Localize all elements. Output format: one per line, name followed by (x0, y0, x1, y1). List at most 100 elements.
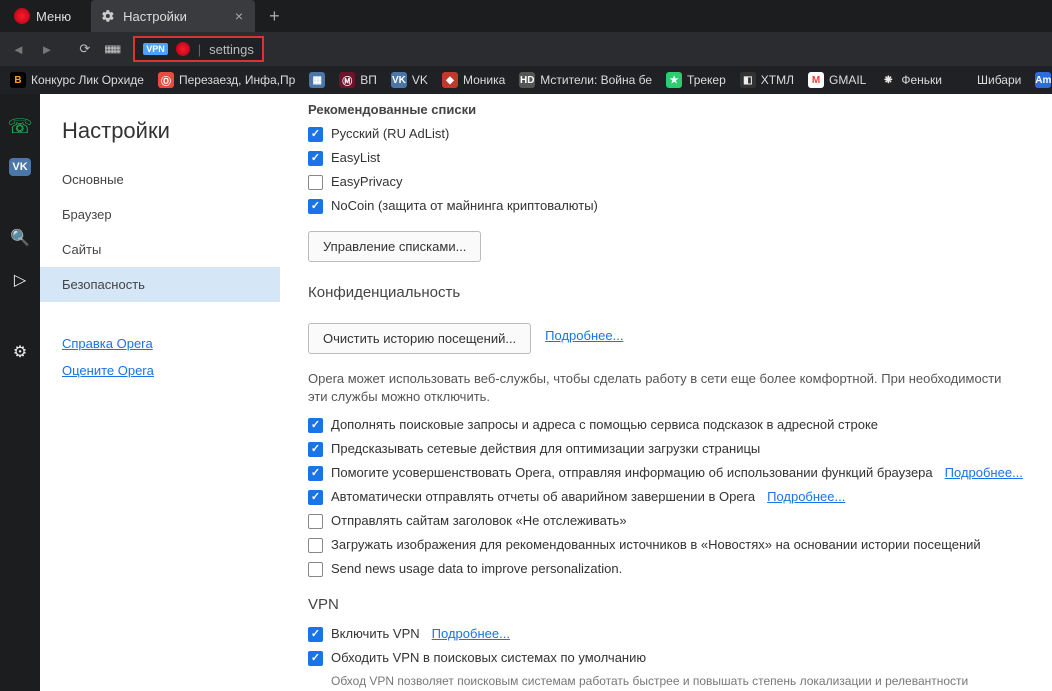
nav-item-2[interactable]: Сайты (40, 232, 280, 267)
settings-rail-icon[interactable]: ⚙ (10, 342, 30, 362)
speed-dial-icon[interactable]: ▦▦ (104, 44, 119, 55)
back-button[interactable]: ◄ (12, 42, 25, 57)
privacy-title: Конфиденциальность (308, 284, 1024, 301)
bookmarks-bar: BКонкурс Лик Орхиде ⓄПерезаезд, Инфа,Пр ▦ Ⓜ… (0, 66, 1052, 94)
nav-item-1[interactable]: Браузер (40, 197, 280, 232)
bookmark-icon (956, 72, 972, 88)
nav-item-3[interactable]: Безопасность (40, 267, 280, 302)
checkbox[interactable] (308, 151, 323, 166)
checkbox[interactable] (308, 127, 323, 142)
address-bar: ◄ ► ⟳ ▦▦ VPN | settings (0, 32, 1052, 66)
bookmark-item[interactable]: Шибари (956, 72, 1021, 88)
privacy-row: Загружать изображения для рекомендованны… (308, 536, 1024, 554)
checkbox[interactable] (308, 627, 323, 642)
search-icon[interactable]: 🔍 (10, 228, 30, 248)
vpn-row: Обходить VPN в поисковых системах по умо… (308, 649, 1024, 667)
new-tab-button[interactable]: + (269, 6, 280, 27)
bookmark-label: Шибари (977, 73, 1021, 87)
nav-arrows: ◄ ► (12, 42, 65, 57)
checkbox[interactable] (308, 418, 323, 433)
bookmark-icon: ❋ (880, 72, 896, 88)
privacy-label: Предсказывать сетевые действия для оптим… (331, 440, 760, 458)
bookmark-item[interactable]: ◆Моника (442, 72, 505, 88)
settings-title: Настройки (40, 118, 280, 162)
privacy-label: Помогите усовершенствовать Opera, отправ… (331, 464, 933, 482)
nav-item-0[interactable]: Основные (40, 162, 280, 197)
privacy-row: Отправлять сайтам заголовок «Не отслежив… (308, 512, 1024, 530)
privacy-description: Opera может использовать веб-службы, что… (308, 370, 1024, 406)
settings-sidebar: Настройки ОсновныеБраузерСайтыБезопаснос… (40, 94, 280, 691)
bookmark-item[interactable]: ⓄПерезаезд, Инфа,Пр (158, 72, 295, 88)
rec-row: EasyPrivacy (308, 173, 1024, 191)
checkbox[interactable] (308, 651, 323, 666)
rec-label: NoCoin (защита от майнинга криптовалюты) (331, 197, 598, 215)
bookmark-item[interactable]: ◧ ХТМЛ (740, 72, 794, 88)
vpn-badge[interactable]: VPN (143, 43, 168, 55)
checkbox[interactable] (308, 514, 323, 529)
checkbox[interactable] (308, 562, 323, 577)
checkbox[interactable] (308, 175, 323, 190)
checkbox[interactable] (308, 199, 323, 214)
clear-history-button[interactable]: Очистить историю посещений... (308, 323, 531, 354)
more-link[interactable]: Подробнее... (767, 488, 845, 506)
rec-label: EasyPrivacy (331, 173, 403, 191)
bookmark-item[interactable]: MGMAIL (808, 72, 866, 88)
bookmark-label: Мстители: Война бе (540, 73, 652, 87)
rec-label: EasyList (331, 149, 380, 167)
menu-button[interactable]: Меню (0, 0, 85, 32)
opera-logo-icon (14, 8, 30, 24)
vpn-title: VPN (308, 596, 1024, 613)
privacy-row: Помогите усовершенствовать Opera, отправ… (308, 464, 1024, 482)
bookmark-item[interactable]: BКонкурс Лик Орхиде (10, 72, 144, 88)
privacy-more-link[interactable]: Подробнее... (545, 328, 623, 343)
bookmark-label: ХТМЛ (761, 73, 794, 87)
vpn-row: Включить VPN Подробнее... (308, 625, 1024, 643)
more-link[interactable]: Подробнее... (432, 625, 510, 643)
vpn-note-1: Обход VPN позволяет поисковым системам р… (308, 673, 1024, 691)
play-icon[interactable]: ▷ (10, 270, 30, 290)
bookmark-icon: ◆ (442, 72, 458, 88)
bookmark-icon: ★ (666, 72, 682, 88)
bookmark-label: Трекер (687, 73, 726, 87)
whatsapp-icon[interactable]: ☏ (10, 116, 30, 136)
rec-lists-title: Рекомендованные списки (308, 102, 1024, 117)
checkbox[interactable] (308, 490, 323, 505)
address-box[interactable]: VPN | settings (133, 36, 264, 62)
bookmark-item[interactable]: Am (1035, 72, 1051, 88)
browser-tab[interactable]: Настройки × (91, 0, 255, 32)
more-link[interactable]: Подробнее... (945, 464, 1023, 482)
bookmark-item[interactable]: ▦ (309, 72, 325, 88)
bookmark-icon: Am (1035, 72, 1051, 88)
bookmark-icon: HD (519, 72, 535, 88)
manage-lists-button[interactable]: Управление списками... (308, 231, 481, 262)
bookmark-item[interactable]: ❋ Феньки (880, 72, 942, 88)
bookmark-item[interactable]: HD Мстители: Война бе (519, 72, 652, 88)
vpn-label: Обходить VPN в поисковых системах по умо… (331, 649, 646, 667)
privacy-label: Send news usage data to improve personal… (331, 560, 622, 578)
checkbox[interactable] (308, 538, 323, 553)
bookmark-label: Феньки (901, 73, 942, 87)
bookmark-icon: ▦ (309, 72, 325, 88)
vk-icon[interactable]: VK (9, 158, 31, 176)
forward-button[interactable]: ► (41, 42, 54, 57)
tab-bar: Меню Настройки × + (0, 0, 1052, 32)
bookmark-icon: ◧ (740, 72, 756, 88)
privacy-label: Отправлять сайтам заголовок «Не отслежив… (331, 512, 627, 530)
bookmark-item[interactable]: ★ Трекер (666, 72, 726, 88)
rate-link[interactable]: Оцените Opera (40, 357, 280, 384)
bookmark-label: ВП (360, 73, 377, 87)
vpn-label: Включить VPN (331, 625, 420, 643)
rec-row: NoCoin (защита от майнинга криптовалюты) (308, 197, 1024, 215)
reload-button[interactable]: ⟳ (79, 41, 90, 57)
bookmark-label: Перезаезд, Инфа,Пр (179, 73, 295, 87)
help-link[interactable]: Справка Opera (40, 330, 280, 357)
bookmark-item[interactable]: ⓂВП (339, 72, 377, 88)
rec-row: Русский (RU AdList) (308, 125, 1024, 143)
opera-url-icon (176, 42, 190, 56)
tab-close-icon[interactable]: × (235, 8, 243, 24)
bookmark-item[interactable]: VKVK (391, 72, 428, 88)
checkbox[interactable] (308, 442, 323, 457)
checkbox[interactable] (308, 466, 323, 481)
bookmark-label: VK (412, 73, 428, 87)
side-rail: ☏ VK 🔍 ▷ ⚙ (0, 94, 40, 691)
